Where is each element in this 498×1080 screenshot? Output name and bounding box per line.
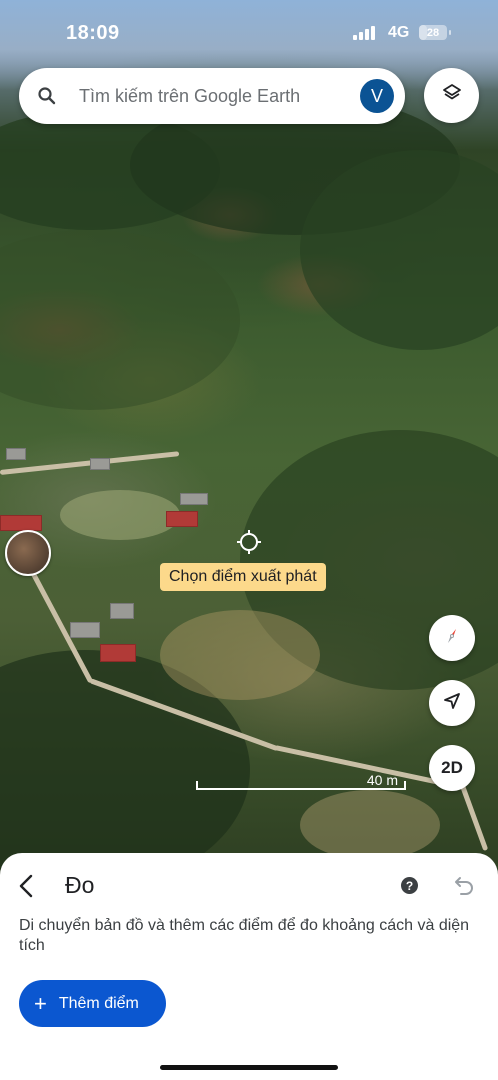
- building: [100, 644, 136, 662]
- layers-button[interactable]: [424, 68, 479, 123]
- building: [0, 515, 42, 531]
- cellular-signal-icon: [353, 26, 375, 40]
- field-patch: [300, 790, 440, 860]
- start-point-tooltip: Chọn điểm xuất phát: [160, 563, 326, 591]
- building: [70, 622, 100, 638]
- terrain-ridge: [0, 230, 240, 410]
- status-time: 18:09: [66, 22, 120, 44]
- search-icon: [37, 86, 57, 111]
- road: [459, 783, 489, 852]
- building: [6, 448, 26, 460]
- back-button[interactable]: [16, 873, 38, 904]
- home-indicator[interactable]: [160, 1065, 338, 1070]
- compass-button[interactable]: [429, 615, 475, 661]
- account-avatar[interactable]: V: [360, 79, 394, 113]
- undo-button[interactable]: [454, 875, 476, 900]
- building: [180, 493, 208, 505]
- measure-sheet: Đo ? Di chuyển bản đồ và thêm các điểm đ…: [0, 853, 498, 1080]
- search-placeholder[interactable]: Tìm kiếm trên Google Earth: [79, 86, 300, 107]
- battery-level: 28: [426, 26, 440, 39]
- building: [166, 511, 198, 527]
- field-patch: [60, 490, 180, 540]
- add-point-label: Thêm điểm: [58, 994, 139, 1012]
- building: [110, 603, 134, 619]
- my-location-button[interactable]: [429, 680, 475, 726]
- map-scale: 40 m: [196, 772, 406, 792]
- sheet-description: Di chuyển bản đồ và thêm các điểm để đo …: [19, 917, 470, 954]
- network-type: 4G: [388, 24, 410, 41]
- satellite-map[interactable]: [0, 0, 498, 870]
- undo-icon: [455, 877, 473, 895]
- photo-marker[interactable]: [5, 530, 51, 576]
- plus-icon: +: [34, 990, 47, 1016]
- back-arrow-icon: [19, 874, 33, 898]
- battery-icon: 28: [419, 25, 451, 40]
- building: [90, 458, 110, 470]
- search-bar[interactable]: Tìm kiếm trên Google Earth V: [19, 68, 405, 124]
- help-icon[interactable]: ?: [401, 877, 418, 894]
- status-bar: 18:09 4G 28: [0, 0, 498, 66]
- field-patch: [160, 610, 320, 700]
- compass-icon: [441, 625, 463, 652]
- add-point-button[interactable]: + Thêm điểm: [19, 980, 166, 1027]
- scale-bar: [196, 781, 406, 790]
- navigation-arrow-icon: [441, 690, 463, 717]
- crosshair-icon: [237, 530, 261, 559]
- view-mode-2d-button[interactable]: 2D: [429, 745, 475, 791]
- layers-icon: [441, 82, 463, 109]
- sheet-title: Đo: [65, 872, 95, 898]
